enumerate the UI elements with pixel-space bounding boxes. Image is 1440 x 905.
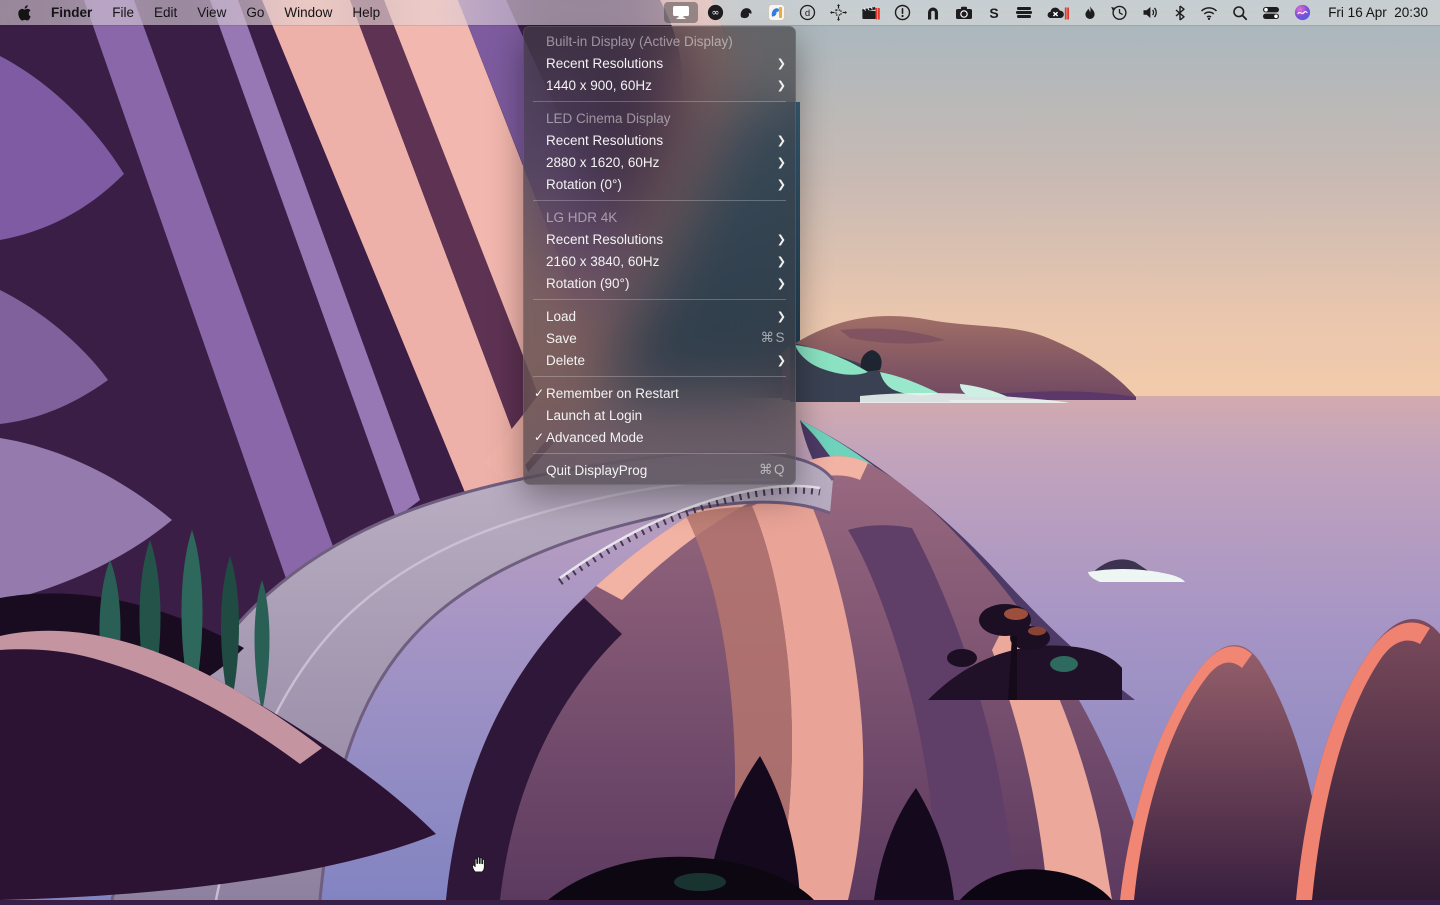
camera-icon[interactable] <box>948 0 980 25</box>
menu-item-load[interactable]: Load ❯ <box>523 305 796 327</box>
menu-title-go[interactable]: Go <box>236 0 274 25</box>
checkmark-icon: ✓ <box>523 430 546 444</box>
menu-item-launch-at-login[interactable]: Launch at Login <box>523 404 796 426</box>
onedrive-paused-icon[interactable] <box>1040 0 1076 25</box>
adobe-creative-cloud-icon[interactable]: ∞ <box>700 0 731 25</box>
menu-item-advanced-mode[interactable]: ✓ Advanced Mode <box>523 426 796 448</box>
menu-item-rotation-90[interactable]: Rotation (90°) ❯ <box>523 272 796 294</box>
menu-separator <box>533 299 786 300</box>
menu-header-led-cinema-display: LED Cinema Display <box>523 107 796 129</box>
menu-title-view[interactable]: View <box>187 0 236 25</box>
menu-title-help[interactable]: Help <box>342 0 390 25</box>
menu-title-file[interactable]: File <box>102 0 144 25</box>
svg-text:∞: ∞ <box>712 8 720 19</box>
display-icon[interactable] <box>664 2 698 23</box>
menu-separator <box>533 101 786 102</box>
menu-separator <box>533 200 786 201</box>
menu-item-resolution-2880x1620[interactable]: 2880 x 1620, 60Hz ❯ <box>523 151 796 173</box>
menu-bar-left: Finder File Edit View Go Window Help <box>8 0 390 25</box>
screen-recorder-icon[interactable] <box>854 0 887 25</box>
menu-title-edit[interactable]: Edit <box>144 0 187 25</box>
chevron-right-icon: ❯ <box>769 277 786 290</box>
apple-menu[interactable] <box>8 0 41 25</box>
wifi-icon[interactable] <box>1193 0 1225 25</box>
time-machine-icon[interactable] <box>1104 0 1135 25</box>
chevron-right-icon: ❯ <box>769 178 786 191</box>
chevron-right-icon: ❯ <box>769 255 786 268</box>
chevron-right-icon: ❯ <box>769 79 786 92</box>
bluetooth-icon[interactable] <box>1167 0 1193 25</box>
menu-bar-status: ∞ d S <box>662 0 1430 25</box>
menu-item-delete[interactable]: Delete ❯ <box>523 349 796 371</box>
menu-item-recent-resolutions-lg[interactable]: Recent Resolutions ❯ <box>523 228 796 250</box>
window-move-icon[interactable] <box>823 0 854 25</box>
shottr-icon[interactable]: S <box>980 0 1008 25</box>
apple-icon <box>18 5 31 21</box>
chevron-right-icon: ❯ <box>769 57 786 70</box>
svg-text:d: d <box>805 8 810 19</box>
menu-item-rotation-0[interactable]: Rotation (0°) ❯ <box>523 173 796 195</box>
displayprog-status-menu: Built-in Display (Active Display) Recent… <box>523 26 796 485</box>
better-display-icon[interactable] <box>761 0 792 25</box>
siri-icon[interactable] <box>1287 0 1318 25</box>
menu-separator <box>533 453 786 454</box>
shortcut-save: ⌘S <box>752 330 786 346</box>
chevron-right-icon: ❯ <box>769 134 786 147</box>
bird-app-icon[interactable] <box>731 0 761 25</box>
menu-item-remember-on-restart[interactable]: ✓ Remember on Restart <box>523 382 796 404</box>
shortcut-quit: ⌘Q <box>751 462 786 478</box>
magnet-icon[interactable] <box>918 0 948 25</box>
cursor-open-hand-icon <box>470 854 489 879</box>
menu-item-resolution-1440x900[interactable]: 1440 x 900, 60Hz ❯ <box>523 74 796 96</box>
menu-bar: Finder File Edit View Go Window Help ∞ d <box>0 0 1440 25</box>
stacks-icon[interactable] <box>1008 0 1040 25</box>
dato-icon[interactable]: d <box>792 0 823 25</box>
svg-text:S: S <box>990 5 999 21</box>
chevron-right-icon: ❯ <box>769 310 786 323</box>
volume-icon[interactable] <box>1135 0 1167 25</box>
menu-item-recent-resolutions-builtin[interactable]: Recent Resolutions ❯ <box>523 52 796 74</box>
chevron-right-icon: ❯ <box>769 354 786 367</box>
menu-title-finder[interactable]: Finder <box>41 0 102 25</box>
menu-header-builtin-display: Built-in Display (Active Display) <box>523 30 796 52</box>
menu-item-quit-displayprog[interactable]: Quit DisplayProg ⌘Q <box>523 459 796 481</box>
spotlight-icon[interactable] <box>1225 0 1255 25</box>
menu-title-window[interactable]: Window <box>274 0 342 25</box>
menu-item-save[interactable]: Save ⌘S <box>523 327 796 349</box>
menu-bar-clock[interactable]: Fri 16 Apr 20:30 <box>1318 5 1430 20</box>
hot-flame-icon[interactable] <box>1076 0 1104 25</box>
chevron-right-icon: ❯ <box>769 233 786 246</box>
control-center-icon[interactable] <box>1255 0 1287 25</box>
checkmark-icon: ✓ <box>523 386 546 400</box>
menu-separator <box>533 376 786 377</box>
menu-item-recent-resolutions-led[interactable]: Recent Resolutions ❯ <box>523 129 796 151</box>
chevron-right-icon: ❯ <box>769 156 786 169</box>
menu-header-lg-hdr-4k: LG HDR 4K <box>523 206 796 228</box>
alert-icon[interactable] <box>887 0 918 25</box>
menu-item-resolution-2160x3840[interactable]: 2160 x 3840, 60Hz ❯ <box>523 250 796 272</box>
